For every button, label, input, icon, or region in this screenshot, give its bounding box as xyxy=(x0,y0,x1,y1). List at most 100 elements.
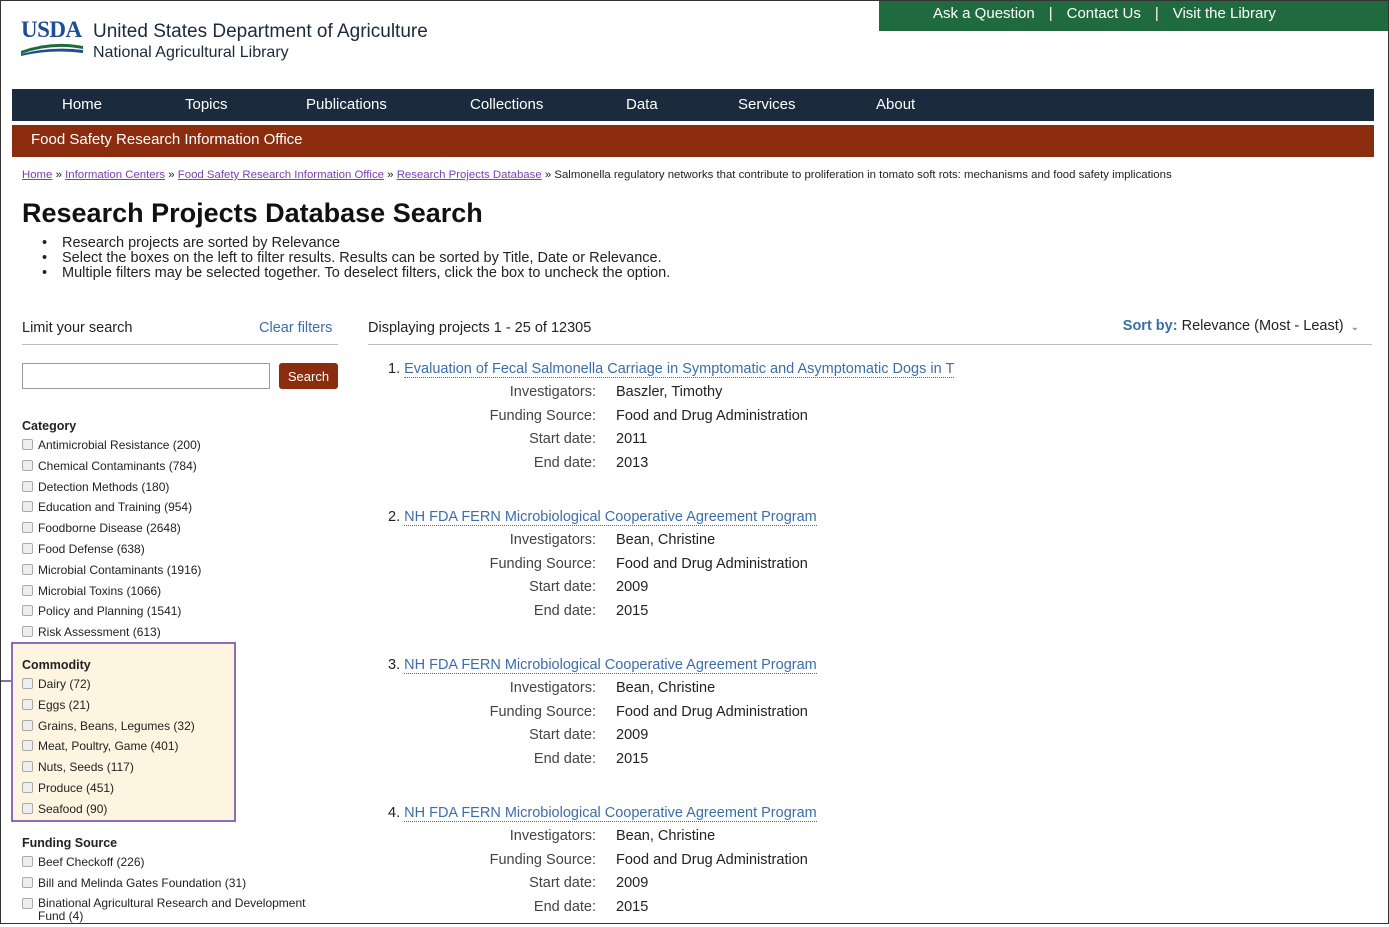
section-title[interactable]: Food Safety Research Information Office xyxy=(31,131,303,148)
intro-bullet: Select the boxes on the left to filter r… xyxy=(42,251,670,267)
facet-option-label: Produce (451) xyxy=(38,780,115,795)
usda-logo[interactable]: USDA United States Department of Agricul… xyxy=(21,18,428,63)
department-name: United States Department of Agriculture xyxy=(93,21,428,42)
result-title-link[interactable]: Evaluation of Fecal Salmonella Carriage … xyxy=(404,361,955,378)
checkbox[interactable] xyxy=(22,459,33,471)
checkbox[interactable] xyxy=(22,584,33,596)
facet-option-label: Policy and Planning (1541) xyxy=(38,604,182,619)
ask-a-question-link[interactable]: Ask a Question xyxy=(933,5,1035,22)
nav-home[interactable]: Home xyxy=(62,96,102,113)
checkbox[interactable] xyxy=(22,439,33,450)
investigators-label: Investigators: xyxy=(509,828,596,844)
contact-us-link[interactable]: Contact Us xyxy=(1067,5,1141,22)
end-date-label: End date: xyxy=(533,898,596,915)
breadcrumb-fsrio[interactable]: Food Safety Research Information Office xyxy=(178,169,384,181)
facet-option-gates-foundation[interactable]: Bill and Melinda Gates Foundation (31) xyxy=(22,876,328,897)
facet-option-antimicrobial-resistance[interactable]: Antimicrobial Resistance (200) xyxy=(22,438,201,459)
result-title-link[interactable]: NH FDA FERN Microbiological Cooperative … xyxy=(404,805,817,822)
sort-label: Sort by: xyxy=(1122,318,1178,334)
checkbox[interactable] xyxy=(22,678,33,689)
investigators-label: Investigators: xyxy=(509,532,596,548)
facet-option-eggs[interactable]: Eggs (21) xyxy=(22,698,195,719)
nav-data[interactable]: Data xyxy=(626,96,658,113)
visit-the-library-link[interactable]: Visit the Library xyxy=(1173,5,1276,22)
checkbox[interactable] xyxy=(22,719,33,731)
facet-option-label: Foodborne Disease (2648) xyxy=(38,521,181,536)
result-title-link[interactable]: NH FDA FERN Microbiological Cooperative … xyxy=(404,509,817,526)
sort-value[interactable]: Relevance (Most - Least) xyxy=(1182,318,1344,334)
facet-option-microbial-toxins[interactable]: Microbial Toxins (1066) xyxy=(22,584,201,605)
checkbox[interactable] xyxy=(22,856,33,867)
facet-option-meat-poultry-game[interactable]: Meat, Poultry, Game (401) xyxy=(22,739,195,760)
usda-swoosh-icon xyxy=(21,43,83,56)
breadcrumb-research-projects-database[interactable]: Research Projects Database xyxy=(397,169,542,181)
search-input[interactable] xyxy=(22,363,270,389)
checkbox[interactable] xyxy=(22,802,33,814)
sort-dropdown[interactable]: Sort by: Relevance (Most - Least) ⌄ xyxy=(1123,318,1359,334)
checkbox[interactable] xyxy=(22,522,33,534)
facet-option-grains-beans-legumes[interactable]: Grains, Beans, Legumes (32) xyxy=(22,719,195,740)
facet-option-policy-and-planning[interactable]: Policy and Planning (1541) xyxy=(22,604,201,625)
utility-links-bar: Ask a Question | Contact Us | Visit the … xyxy=(879,0,1388,31)
facet-option-education-and-training[interactable]: Education and Training (954) xyxy=(22,500,201,521)
checkbox[interactable] xyxy=(22,501,33,513)
breadcrumb: Home » Information Centers » Food Safety… xyxy=(22,169,1172,181)
funding-source-facet-list: Beef Checkoff (226) Bill and Melinda Gat… xyxy=(22,855,328,927)
checkbox[interactable] xyxy=(22,542,33,554)
investigators-value: Bean, Christine xyxy=(616,828,716,844)
breadcrumb-home[interactable]: Home xyxy=(22,169,52,181)
end-date-value: 2015 xyxy=(616,750,649,767)
facet-option-beef-checkoff[interactable]: Beef Checkoff (226) xyxy=(22,855,328,876)
result-item: 4. NH FDA FERN Microbiological Cooperati… xyxy=(388,804,1348,922)
investigators-label: Investigators: xyxy=(509,384,596,400)
checkbox[interactable] xyxy=(22,626,33,638)
start-date-label: Start date: xyxy=(529,875,596,891)
start-date-label: Start date: xyxy=(529,727,596,743)
nav-about[interactable]: About xyxy=(876,96,915,113)
result-title-row: 4. NH FDA FERN Microbiological Cooperati… xyxy=(388,804,1348,822)
facet-option-chemical-contaminants[interactable]: Chemical Contaminants (784) xyxy=(22,459,201,480)
checkbox[interactable] xyxy=(22,605,33,617)
facet-option-detection-methods[interactable]: Detection Methods (180) xyxy=(22,480,201,501)
facet-option-label: Binational Agricultural Research and Dev… xyxy=(38,895,306,923)
facet-option-label: Beef Checkoff (226) xyxy=(38,855,145,869)
facet-option-seafood[interactable]: Seafood (90) xyxy=(22,802,195,823)
checkbox[interactable] xyxy=(22,781,33,793)
facet-option-label: Microbial Contaminants (1916) xyxy=(38,562,202,577)
facet-option-microbial-contaminants[interactable]: Microbial Contaminants (1916) xyxy=(22,563,201,584)
checkbox[interactable] xyxy=(22,761,33,773)
breadcrumb-information-centers[interactable]: Information Centers xyxy=(65,169,165,181)
facet-option-nuts-seeds[interactable]: Nuts, Seeds (117) xyxy=(22,760,195,781)
checkbox[interactable] xyxy=(22,897,33,909)
result-title-row: 1. Evaluation of Fecal Salmonella Carria… xyxy=(388,360,1348,378)
result-title-link[interactable]: NH FDA FERN Microbiological Cooperative … xyxy=(404,657,817,674)
facet-option-label: Antimicrobial Resistance (200) xyxy=(38,438,201,452)
facet-option-dairy[interactable]: Dairy (72) xyxy=(22,677,195,698)
section-bar: Food Safety Research Information Office xyxy=(12,125,1374,157)
checkbox[interactable] xyxy=(22,740,33,752)
facet-option-label: Dairy (72) xyxy=(38,677,91,691)
facet-option-food-defense[interactable]: Food Defense (638) xyxy=(22,542,201,563)
facet-option-label: Nuts, Seeds (117) xyxy=(38,760,134,775)
facet-option-bard-fund[interactable]: Binational Agricultural Research and Dev… xyxy=(22,895,328,927)
chevron-down-icon[interactable]: ⌄ xyxy=(1351,322,1359,333)
start-date-label: Start date: xyxy=(529,431,596,447)
facet-option-label: Food Defense (638) xyxy=(38,541,145,556)
clear-filters-link[interactable]: Clear filters xyxy=(259,320,332,336)
facet-option-foodborne-disease[interactable]: Foodborne Disease (2648) xyxy=(22,521,201,542)
nav-publications[interactable]: Publications xyxy=(306,96,387,113)
checkbox[interactable] xyxy=(22,563,33,575)
usda-mark: USDA xyxy=(21,18,85,60)
result-number: 4. xyxy=(388,805,401,821)
investigators-label: Investigators: xyxy=(509,680,596,696)
search-button[interactable]: Search xyxy=(279,363,338,389)
breadcrumb-separator: » xyxy=(55,169,62,181)
nav-topics[interactable]: Topics xyxy=(185,96,228,113)
checkbox[interactable] xyxy=(22,480,33,492)
checkbox[interactable] xyxy=(22,876,33,888)
facet-option-produce[interactable]: Produce (451) xyxy=(22,781,195,802)
checkbox[interactable] xyxy=(22,698,33,710)
nav-collections[interactable]: Collections xyxy=(470,96,543,113)
nav-services[interactable]: Services xyxy=(738,96,796,113)
funding-source-value: Food and Drug Administration xyxy=(616,851,808,868)
